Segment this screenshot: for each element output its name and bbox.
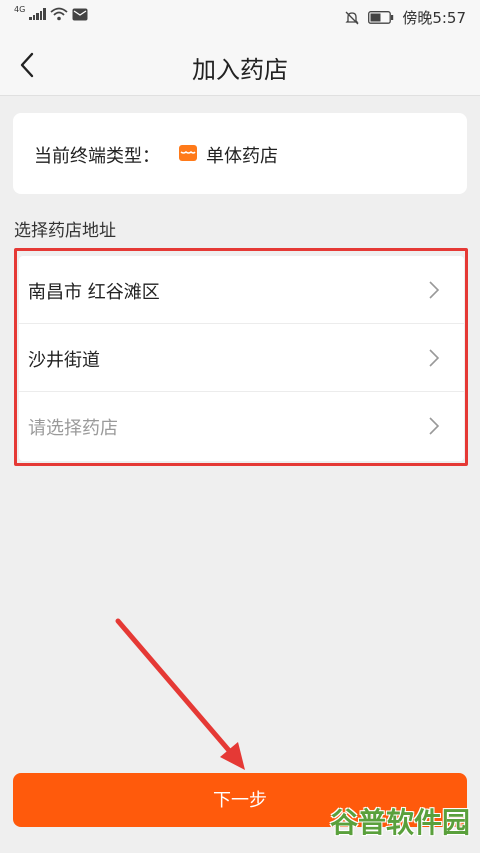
address-row-district[interactable]: 南昌市 红谷滩区 <box>19 256 464 324</box>
pharmacy-select-placeholder: 请选择药店 <box>28 418 118 439</box>
nav-bar: 加入药店 <box>0 34 480 96</box>
status-right: 傍晚5:57 <box>344 7 466 28</box>
page-title: 加入药店 <box>192 56 288 84</box>
battery-icon <box>368 11 394 24</box>
status-bar: 4G 傍晚5:57 <box>0 0 480 34</box>
signal-icon <box>29 8 46 20</box>
network-type: 4G <box>14 4 26 14</box>
chevron-right-icon <box>429 417 440 435</box>
address-list: 南昌市 红谷滩区 沙井街道 请选择药店 <box>19 256 464 461</box>
address-row-street[interactable]: 沙井街道 <box>19 324 464 392</box>
address-row-label: 沙井街道 <box>28 350 100 371</box>
terminal-type-value: 单体药店 <box>206 146 278 167</box>
address-row-label: 南昌市 红谷滩区 <box>28 282 160 303</box>
terminal-type-label: 当前终端类型： <box>34 146 160 167</box>
status-time: 傍晚5:57 <box>402 9 466 27</box>
pharmacy-icon <box>179 145 197 161</box>
watermark-text: 谷普软件园 <box>330 806 471 839</box>
watermark-logo: 谷普软件园 <box>330 800 470 842</box>
mute-bell-icon <box>345 11 359 24</box>
terminal-type-card: 当前终端类型： 单体药店 <box>13 113 467 194</box>
address-section-title: 选择药店地址 <box>14 221 116 241</box>
chevron-right-icon <box>429 281 440 299</box>
wifi-icon <box>50 7 68 21</box>
address-row-pharmacy[interactable]: 请选择药店 <box>19 392 464 460</box>
chevron-right-icon <box>429 349 440 367</box>
status-left: 4G <box>14 4 88 21</box>
mail-icon <box>72 8 88 20</box>
